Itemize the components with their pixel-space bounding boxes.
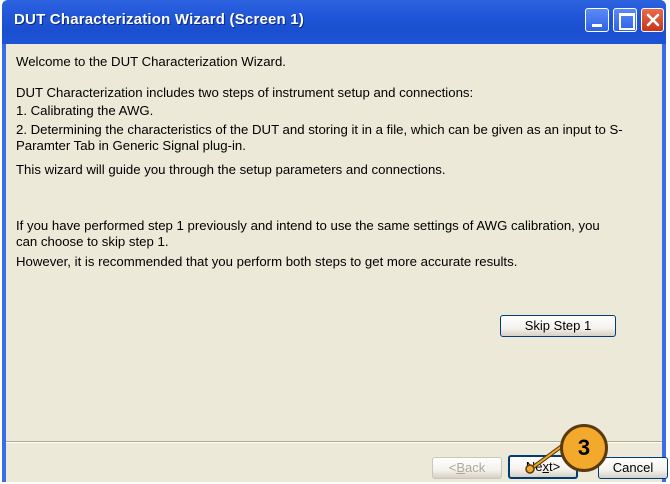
minimize-button[interactable] [585, 8, 609, 32]
step-callout-badge: 3 [560, 424, 608, 472]
back-label-rest: ack [465, 460, 486, 475]
back-label-mnemonic: B [456, 460, 466, 475]
window-title: DUT Characterization Wizard (Screen 1) [14, 11, 305, 28]
cancel-button[interactable]: Cancel [598, 457, 668, 479]
skip-note-text: If you have performed step 1 previously … [16, 218, 600, 249]
wizard-window: DUT Characterization Wizard (Screen 1) W… [2, 0, 668, 482]
back-button[interactable]: <Back [432, 457, 502, 479]
maximize-button[interactable] [613, 8, 637, 32]
title-bar[interactable]: DUT Characterization Wizard (Screen 1) [2, 0, 666, 44]
intro-text: DUT Characterization includes two steps … [16, 85, 474, 100]
recommendation-text: However, it is recommended that you perf… [16, 254, 518, 269]
close-button[interactable] [641, 8, 664, 32]
welcome-text: Welcome to the DUT Characterization Wiza… [16, 54, 286, 69]
step-2-text: 2. Determining the characteristics of th… [16, 122, 623, 153]
close-icon [646, 13, 660, 27]
guide-text: This wizard will guide you through the s… [16, 162, 446, 177]
skip-step-1-button[interactable]: Skip Step 1 [500, 315, 616, 337]
step-1-text: 1. Calibrating the AWG. [16, 103, 154, 118]
wizard-body: Welcome to the DUT Characterization Wiza… [6, 44, 668, 482]
